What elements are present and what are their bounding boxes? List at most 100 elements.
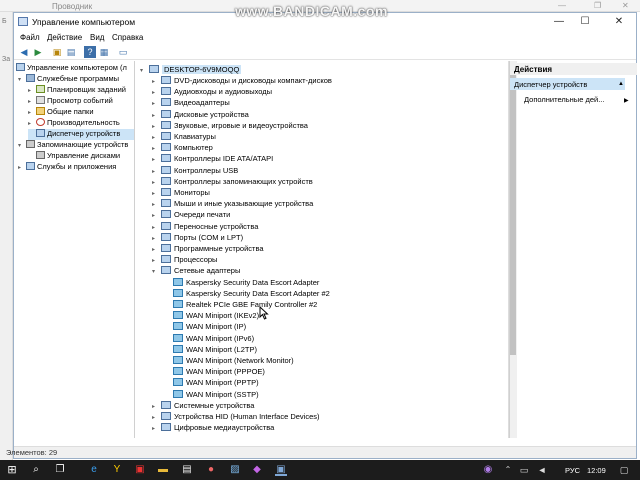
chevron-down-icon[interactable]: ▾ — [140, 67, 149, 74]
device-category[interactable]: ▸ DVD-дисководы и дисководы компакт-диско… — [152, 76, 332, 87]
tree-item-event-viewer[interactable]: ▸ Просмотр событий — [28, 96, 113, 107]
device-category[interactable]: ▸ Контроллеры IDE ATA/ATAPI — [152, 154, 273, 165]
chevron-right-icon[interactable]: ▸ — [152, 145, 161, 152]
device-category[interactable]: ▸ Программные устройства — [152, 244, 264, 255]
tree-item-disk-management[interactable]: Управление дисками — [28, 151, 120, 162]
menu-file[interactable]: Файл — [20, 33, 40, 42]
chevron-down-icon[interactable]: ▾ — [18, 76, 26, 83]
yandex-browser-icon[interactable]: Y — [111, 464, 123, 476]
device-category[interactable]: ▸ Контроллеры запоминающих устройств — [152, 176, 313, 188]
network-adapter-item[interactable]: WAN Miniport (IKEv2) — [164, 311, 259, 322]
tree-item-shared-folders[interactable]: ▸ Общие папки — [28, 107, 94, 118]
device-category[interactable]: ▸ Звуковые, игровые и видеоустройства — [152, 120, 308, 132]
device-category[interactable]: ▸ Клавиатуры — [152, 132, 216, 143]
actions-device-manager[interactable]: Диспетчер устройств ▲ — [510, 78, 625, 90]
network-adapter-item[interactable]: Realtek PCIe GBE Family Controller #2 — [164, 300, 317, 311]
notifications-icon[interactable]: ▢ — [618, 464, 630, 476]
tree-item-services-apps[interactable]: ▸ Службы и приложения — [18, 162, 116, 173]
store-icon[interactable]: ▤ — [181, 464, 193, 476]
device-category[interactable]: ▸ Системные устройства — [152, 400, 254, 412]
device-category[interactable]: ▸ Цифровые медиаустройства — [152, 423, 274, 434]
language-indicator[interactable]: РУС — [565, 466, 580, 475]
clock[interactable]: 12:09 — [587, 466, 606, 475]
chevron-right-icon[interactable]: ▸ — [152, 212, 161, 219]
bg-maximize-icon[interactable]: ❐ — [594, 1, 601, 10]
device-category[interactable]: ▸ Устройства HID (Human Interface Devices… — [152, 412, 320, 423]
device-category[interactable]: ▸ Контроллеры USB — [152, 165, 238, 177]
cortana-icon[interactable]: ◉ — [482, 464, 494, 476]
bg-minimize-icon[interactable]: — — [558, 1, 566, 10]
computer-management-taskbar-icon[interactable]: ▣ — [275, 464, 287, 476]
device-category[interactable]: ▸ Очереди печати — [152, 210, 230, 221]
network-adapter-item[interactable]: WAN Miniport (PPPOE) — [164, 367, 265, 378]
help-icon[interactable]: ? — [84, 46, 96, 58]
chevron-right-icon[interactable]: ▸ — [152, 257, 161, 264]
chevron-right-icon[interactable]: ▸ — [152, 134, 161, 141]
network-adapter-item[interactable]: Kaspersky Security Data Escort Adapter #… — [164, 288, 330, 300]
forward-arrow-icon[interactable]: ▶ — [32, 46, 44, 58]
chevron-right-icon[interactable]: ▸ — [152, 201, 161, 208]
network-adapter-item[interactable]: WAN Miniport (Network Monitor) — [164, 356, 294, 367]
collapse-up-icon[interactable]: ▲ — [618, 81, 624, 87]
network-adapter-item[interactable]: Kaspersky Security Data Escort Adapter — [164, 277, 319, 289]
chevron-right-icon[interactable]: ▸ — [152, 425, 161, 432]
chevron-right-icon[interactable]: ▸ — [152, 112, 161, 119]
bandicam-icon[interactable]: ● — [205, 464, 217, 476]
device-tree-root[interactable]: ▾ DESKTOP-6V9MOQQ — [140, 65, 242, 76]
device-category[interactable]: ▸ Компьютер — [152, 143, 213, 154]
chevron-down-icon[interactable]: ▾ — [18, 142, 26, 149]
tree-item-storage[interactable]: ▾ Запоминающие устройств — [18, 140, 128, 151]
chevron-right-icon[interactable]: ▸ — [152, 123, 161, 130]
chevron-right-icon[interactable]: ▸ — [152, 414, 161, 421]
device-category[interactable]: ▸ Аудиовходы и аудиовыходы — [152, 87, 272, 98]
chevron-right-icon[interactable]: ▸ — [28, 120, 36, 127]
chevron-right-icon[interactable]: ▸ — [152, 89, 161, 96]
network-adapter-item[interactable]: WAN Miniport (L2TP) — [164, 344, 257, 356]
network-adapter-item[interactable]: WAN Miniport (SSTP) — [164, 389, 259, 401]
chevron-right-icon[interactable]: ▸ — [152, 224, 161, 231]
device-category[interactable]: ▸ Мыши и иные указывающие устройства — [152, 199, 313, 210]
bg-close-icon[interactable]: ✕ — [622, 1, 629, 10]
device-category[interactable]: ▸ Дисковые устройства — [152, 109, 249, 121]
file-explorer-icon[interactable]: ▬ — [157, 464, 169, 476]
chevron-right-icon[interactable]: ▸ — [152, 100, 161, 107]
tree-item-system-tools[interactable]: ▾ Служебные программы — [18, 74, 119, 85]
network-icon[interactable]: ▭ — [518, 464, 530, 476]
device-category[interactable]: ▸ Видеоадаптеры — [152, 98, 230, 109]
device-category[interactable]: ▾ Сетевые адаптеры — [152, 266, 240, 277]
show-hide-tree-icon[interactable]: ▤ — [65, 46, 77, 58]
chevron-right-icon[interactable]: ▸ — [18, 164, 26, 171]
network-adapter-item[interactable]: WAN Miniport (IPv6) — [164, 333, 254, 345]
tree-item-task-scheduler[interactable]: ▸ Планировщик заданий — [28, 85, 126, 96]
device-category[interactable]: ▸ Мониторы — [152, 188, 210, 199]
windows-start-icon[interactable]: ⊞ — [6, 464, 18, 476]
chevron-right-icon[interactable]: ▸ — [152, 156, 161, 163]
close-button[interactable]: ✕ — [606, 13, 632, 30]
submenu-arrow-icon[interactable]: ▶ — [624, 97, 629, 104]
tree-item-device-manager[interactable]: Диспетчер устройств — [28, 129, 134, 140]
up-folder-icon[interactable]: ▣ — [51, 46, 63, 58]
chevron-right-icon[interactable]: ▸ — [152, 78, 161, 85]
device-category[interactable]: ▸ Процессоры — [152, 255, 217, 266]
chevron-right-icon[interactable]: ▸ — [152, 190, 161, 197]
chevron-right-icon[interactable]: ▸ — [152, 235, 161, 242]
tree-item-performance[interactable]: ▸ Производительность — [28, 118, 120, 129]
menu-view[interactable]: Вид — [90, 33, 104, 42]
tray-chevron-icon[interactable]: ⌃ — [502, 464, 514, 476]
chevron-down-icon[interactable]: ▾ — [152, 268, 161, 275]
chevron-right-icon[interactable]: ▸ — [152, 168, 161, 175]
network-adapter-item[interactable]: WAN Miniport (IP) — [164, 322, 246, 333]
chevron-right-icon[interactable]: ▸ — [152, 179, 161, 186]
chevron-right-icon[interactable]: ▸ — [28, 87, 36, 94]
chevron-right-icon[interactable]: ▸ — [28, 109, 36, 116]
back-arrow-icon[interactable]: ◀ — [18, 46, 30, 58]
actions-more[interactable]: Дополнительные дей... ▶ — [524, 95, 629, 104]
task-view-icon[interactable]: ❐ — [54, 464, 66, 476]
monitor-icon[interactable]: ▭ — [117, 46, 129, 58]
app-icon[interactable]: ◆ — [251, 464, 263, 476]
properties-icon[interactable]: ▦ — [98, 46, 110, 58]
edge-icon[interactable]: e — [88, 464, 100, 476]
minimize-button[interactable]: — — [546, 13, 572, 30]
network-adapter-item[interactable]: WAN Miniport (PPTP) — [164, 378, 259, 389]
menu-help[interactable]: Справка — [112, 33, 143, 42]
